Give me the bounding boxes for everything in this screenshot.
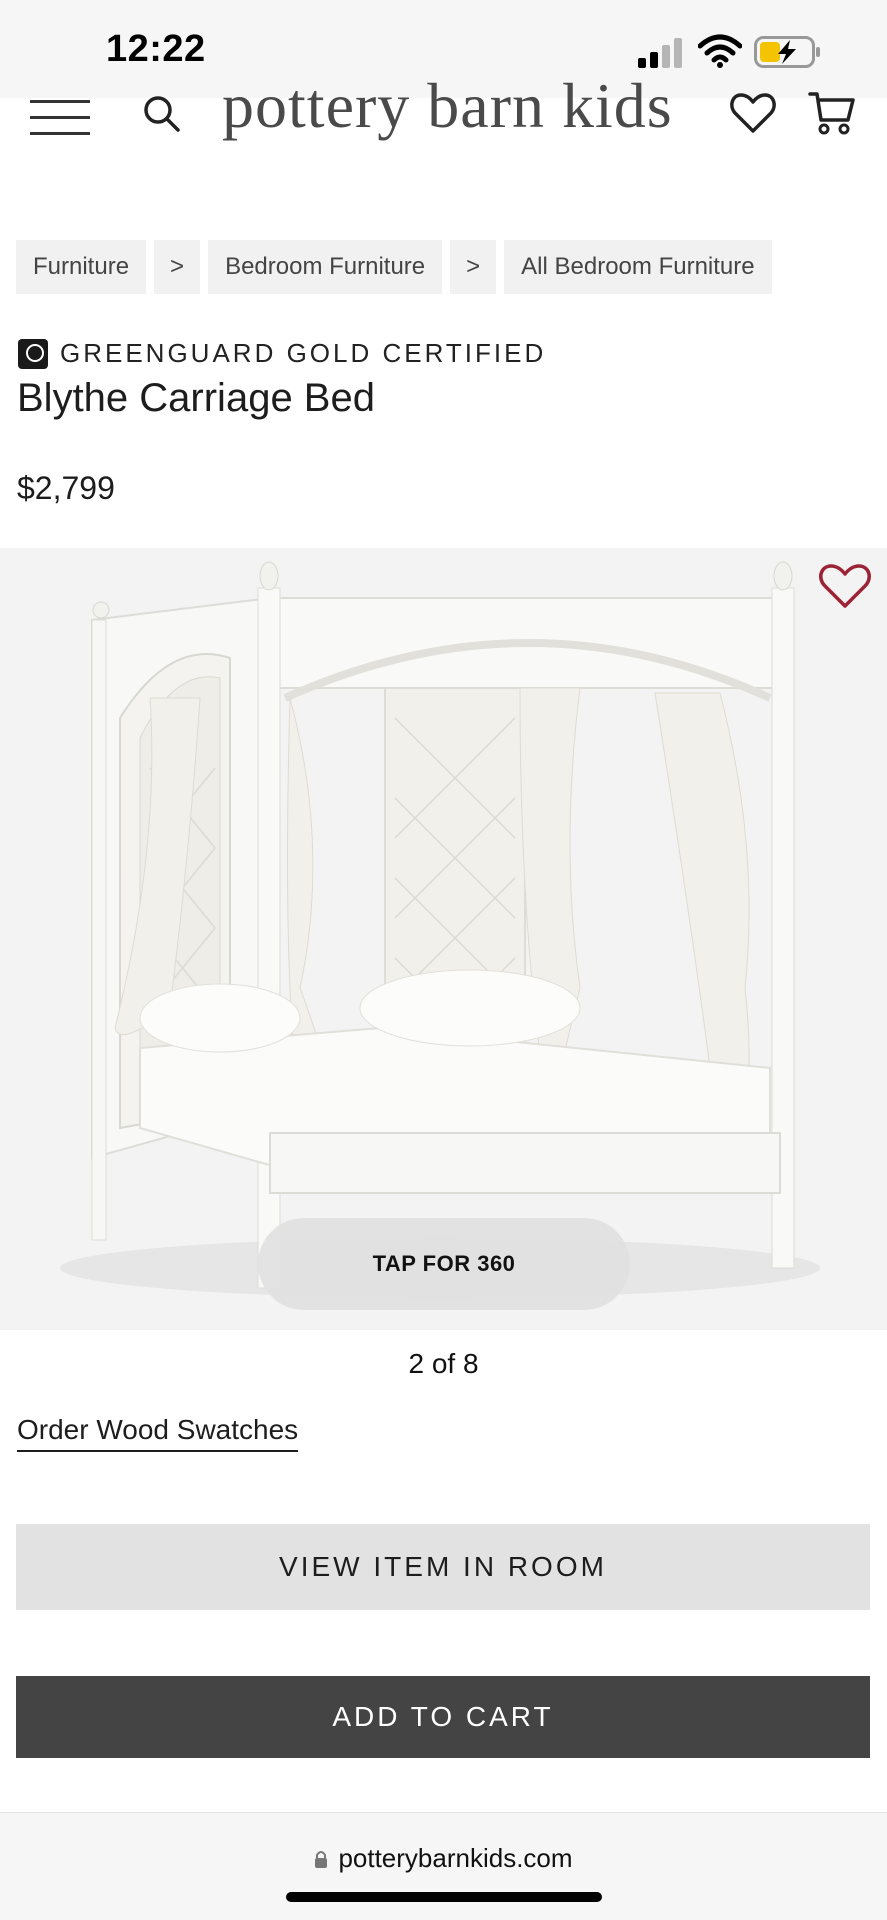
battery-charging-icon <box>754 36 820 68</box>
breadcrumb-separator: > <box>450 240 497 294</box>
breadcrumb-bedroom-furniture[interactable]: Bedroom Furniture <box>208 240 443 294</box>
cellular-signal-icon <box>638 38 682 68</box>
menu-icon[interactable] <box>30 98 90 138</box>
product-price: $2,799 <box>17 470 115 506</box>
add-to-cart-button[interactable]: ADD TO CART <box>16 1676 870 1758</box>
cart-icon[interactable] <box>808 90 856 136</box>
order-wood-swatches-link[interactable]: Order Wood Swatches <box>17 1414 299 1452</box>
breadcrumb: Furniture > Bedroom Furniture > All Bedr… <box>16 240 772 294</box>
breadcrumb-all-bedroom-furniture[interactable]: All Bedroom Furniture <box>504 240 772 294</box>
lock-icon <box>315 1850 328 1868</box>
breadcrumb-furniture[interactable]: Furniture <box>16 240 147 294</box>
url-line: potterybarnkids.com <box>0 1843 887 1874</box>
tap-for-360-button[interactable]: TAP FOR 360 <box>258 1218 630 1310</box>
product-image[interactable] <box>0 548 887 1330</box>
product-title: Blythe Carriage Bed <box>17 376 375 420</box>
certification-badge: GREENGUARD GOLD CERTIFIED <box>18 338 546 369</box>
home-indicator[interactable] <box>286 1892 602 1902</box>
image-counter: 2 of 8 <box>408 1348 479 1379</box>
certification-text: GREENGUARD GOLD CERTIFIED <box>60 338 547 368</box>
browser-url-bar[interactable]: potterybarnkids.com <box>0 1812 887 1920</box>
brand-logo[interactable]: pottery barn kids <box>222 74 673 138</box>
wifi-icon <box>698 34 742 68</box>
breadcrumb-separator: > <box>154 240 201 294</box>
wishlist-heart-icon[interactable] <box>730 92 776 134</box>
view-item-in-room-button[interactable]: VIEW ITEM IN ROOM <box>16 1524 870 1610</box>
search-icon[interactable] <box>142 94 182 134</box>
favorite-heart-icon[interactable] <box>818 562 872 610</box>
site-header: pottery barn kids <box>0 74 887 160</box>
status-time: 12:22 <box>106 28 206 70</box>
url-text: potterybarnkids.com <box>338 1843 573 1873</box>
greenguard-icon <box>18 338 48 369</box>
canopy-bed-image <box>60 561 820 1298</box>
